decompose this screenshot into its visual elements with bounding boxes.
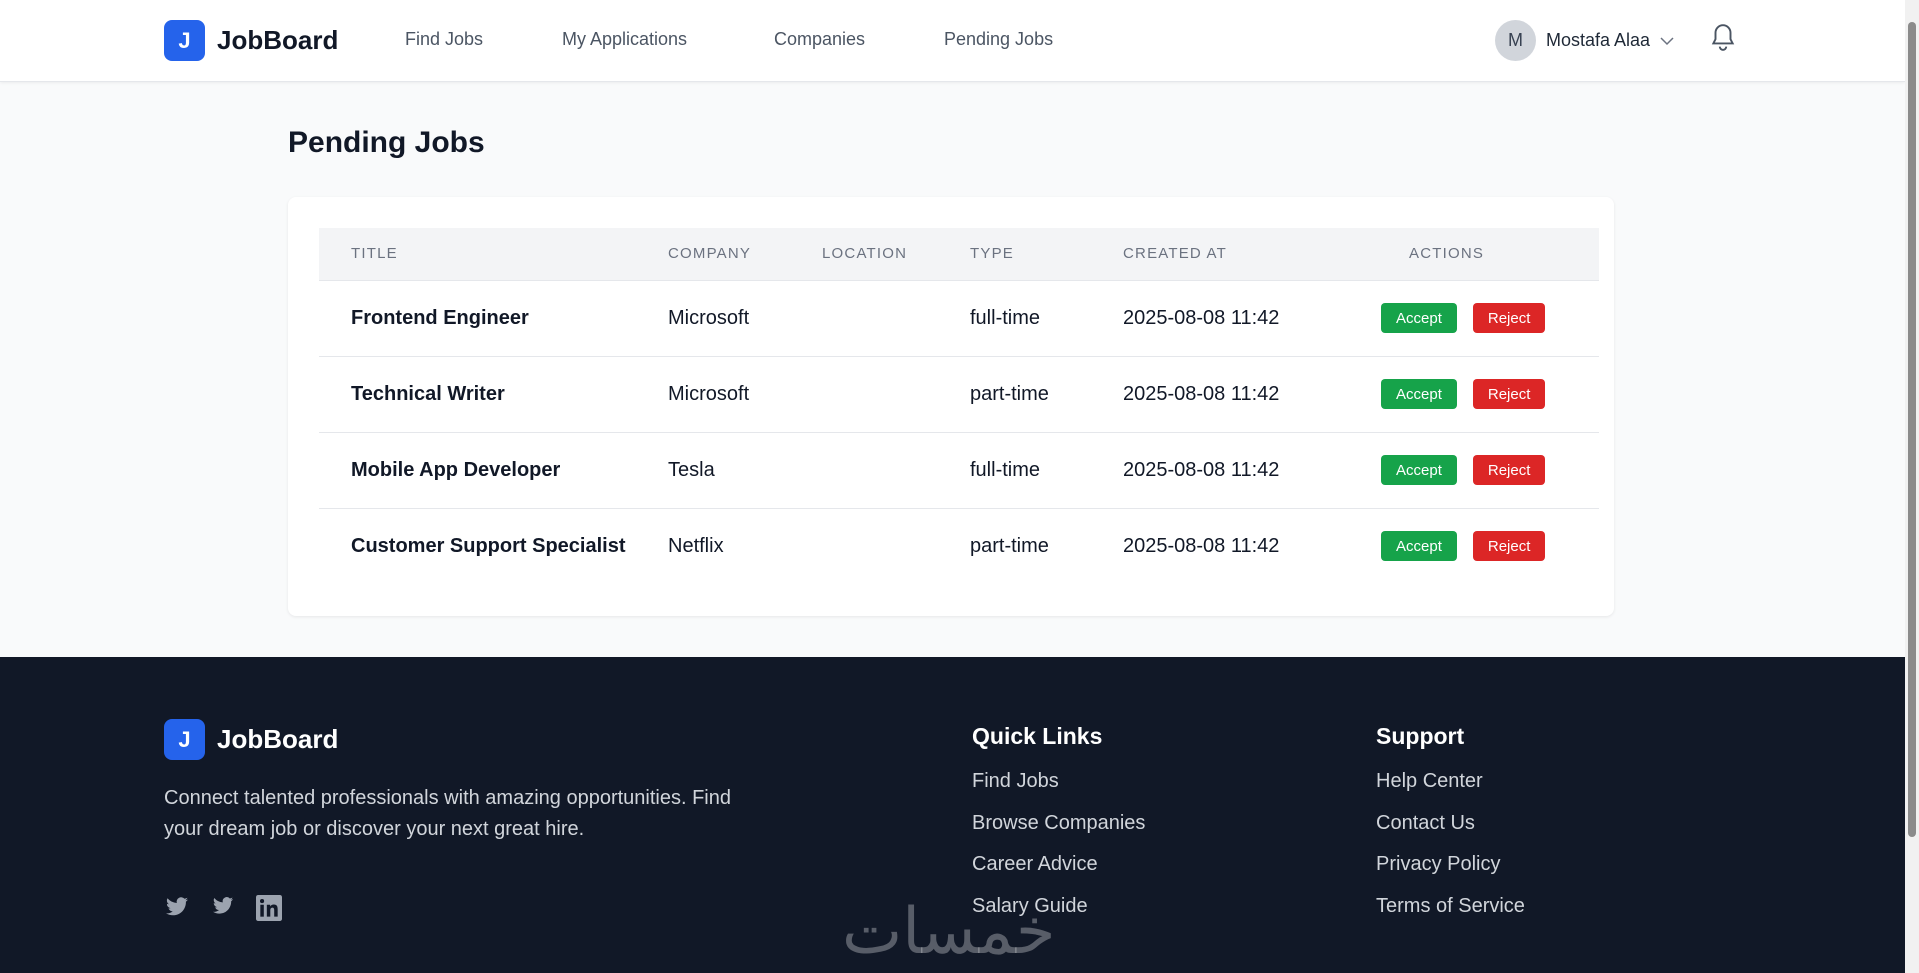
footer-link-terms[interactable]: Terms of Service	[1376, 895, 1525, 937]
footer-link-career-advice[interactable]: Career Advice	[972, 853, 1145, 895]
logo-text: JobBoard	[217, 25, 339, 55]
col-actions: Actions	[1342, 228, 1599, 281]
job-type: full-time	[970, 280, 1123, 357]
support-title: Support	[1376, 723, 1465, 749]
support-links: Support Help Center Contact Us Privacy P…	[1376, 723, 1525, 936]
col-location: Location	[822, 228, 970, 281]
footer-logo[interactable]: J JobBoard	[164, 719, 338, 760]
social-links	[164, 895, 282, 921]
reject-button[interactable]: Reject	[1472, 379, 1546, 409]
footer-link-help-center[interactable]: Help Center	[1376, 770, 1525, 812]
location	[822, 356, 970, 433]
table-row: Mobile App Developer Tesla full-time 2025-0…	[319, 432, 1599, 509]
footer-link-privacy-policy[interactable]: Privacy Policy	[1376, 853, 1525, 895]
twitter-icon[interactable]	[212, 895, 234, 917]
chevron-down-icon	[1660, 36, 1674, 45]
table-row: Frontend Engineer Microsoft full-time 2025-…	[319, 280, 1599, 357]
col-created-at: Created At	[1123, 228, 1342, 281]
accept-button[interactable]: Accept	[1381, 303, 1457, 333]
top-navbar: J JobBoard Find Jobs My Applications Com…	[0, 0, 1905, 82]
scrollbar-thumb[interactable]	[1908, 22, 1916, 837]
row-actions: Accept Reject	[1342, 280, 1599, 357]
created-at: 2025-08-08 11:42	[1123, 432, 1342, 509]
job-title: Frontend Engineer	[319, 280, 668, 357]
nav-find-jobs[interactable]: Find Jobs	[405, 29, 483, 50]
table-row: Customer Support Specialist Netflix part-t…	[319, 508, 1599, 584]
reject-button[interactable]: Reject	[1472, 303, 1546, 333]
company-name: Microsoft	[668, 280, 822, 357]
nav-pending-jobs[interactable]: Pending Jobs	[944, 29, 1053, 50]
row-actions: Accept Reject	[1342, 356, 1599, 433]
reject-button[interactable]: Reject	[1472, 455, 1546, 485]
pending-jobs-table: Title Company Location Type Created At A…	[319, 228, 1599, 584]
row-actions: Accept Reject	[1342, 508, 1599, 584]
nav-companies[interactable]: Companies	[774, 29, 865, 50]
created-at: 2025-08-08 11:42	[1123, 280, 1342, 357]
logo-mark: J	[164, 20, 205, 61]
bell-icon[interactable]	[1710, 22, 1736, 52]
company-name: Microsoft	[668, 356, 822, 433]
accept-button[interactable]: Accept	[1381, 531, 1457, 562]
footer-link-contact-us[interactable]: Contact Us	[1376, 812, 1525, 854]
created-at: 2025-08-08 11:42	[1123, 356, 1342, 433]
avatar: M	[1495, 20, 1536, 61]
location	[822, 432, 970, 509]
job-type: part-time	[970, 356, 1123, 433]
logo[interactable]: J JobBoard	[164, 20, 338, 61]
location	[822, 280, 970, 357]
page-title: Pending Jobs	[288, 126, 485, 159]
quick-links-title: Quick Links	[972, 723, 1103, 749]
accept-button[interactable]: Accept	[1381, 379, 1457, 409]
user-menu[interactable]: M Mostafa Alaa	[1495, 20, 1674, 61]
row-actions: Accept Reject	[1342, 432, 1599, 509]
accept-button[interactable]: Accept	[1381, 455, 1457, 485]
twitter-icon[interactable]	[164, 895, 190, 919]
company-name: Netflix	[668, 534, 724, 557]
location	[822, 508, 970, 584]
created-at: 2025-08-08 11:42	[1123, 534, 1280, 557]
table-header-row: Title Company Location Type Created At A…	[319, 228, 1599, 281]
job-type: full-time	[970, 432, 1123, 509]
reject-button[interactable]: Reject	[1472, 531, 1546, 562]
watermark: خمسات	[842, 895, 1056, 969]
col-title: Title	[319, 228, 668, 281]
scrollbar[interactable]	[1905, 0, 1919, 973]
company-name: Tesla	[668, 432, 822, 509]
user-name: Mostafa Alaa	[1546, 30, 1651, 50]
footer-description: Connect talented professionals with amaz…	[164, 787, 731, 840]
logo-text: JobBoard	[217, 724, 339, 754]
linkedin-icon[interactable]	[256, 895, 282, 921]
footer-link-find-jobs[interactable]: Find Jobs	[972, 770, 1145, 812]
job-type: part-time	[970, 534, 1049, 557]
pending-jobs-card: Title Company Location Type Created At A…	[288, 197, 1614, 616]
logo-mark: J	[164, 719, 205, 760]
job-title: Mobile App Developer	[319, 432, 668, 509]
footer: J JobBoard Connect talented professional…	[0, 657, 1905, 973]
nav-my-applications[interactable]: My Applications	[562, 29, 687, 50]
table-row: Technical Writer Microsoft part-time 2025-0…	[319, 356, 1599, 433]
col-type: Type	[970, 228, 1123, 281]
job-title: Customer Support Specialist	[351, 534, 626, 557]
footer-link-browse-companies[interactable]: Browse Companies	[972, 812, 1145, 854]
job-title: Technical Writer	[319, 356, 668, 433]
col-company: Company	[668, 228, 822, 281]
